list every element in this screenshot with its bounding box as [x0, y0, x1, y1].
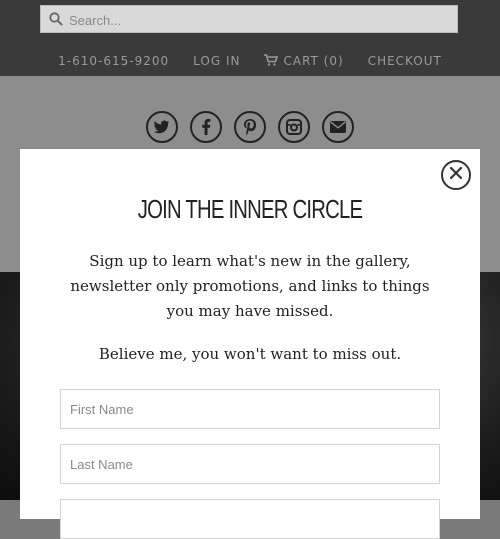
modal-description: Sign up to learn what's new in the galle… [70, 252, 430, 320]
search-box[interactable] [40, 5, 458, 33]
close-icon [449, 166, 463, 184]
close-button[interactable] [441, 160, 471, 190]
login-link[interactable]: LOG IN [193, 54, 240, 68]
newsletter-modal: JOIN THE INNER CIRCLE Sign up to learn w… [20, 149, 480, 539]
modal-title: JOIN THE INNER CIRCLE [137, 194, 363, 224]
twitter-icon[interactable] [146, 111, 178, 143]
last-name-field[interactable] [60, 444, 440, 484]
cart-label: CART (0) [283, 54, 344, 68]
phone-number[interactable]: 1-610-615-9200 [58, 54, 169, 68]
cart-icon [264, 53, 279, 69]
top-bar: 1-610-615-9200 LOG IN CART (0) CHECKOUT [0, 0, 500, 76]
first-name-field[interactable] [60, 389, 440, 429]
email-field[interactable] [60, 499, 440, 539]
search-input[interactable] [67, 8, 451, 32]
facebook-icon[interactable] [190, 111, 222, 143]
modal-tagline: Believe me, you won't want to miss out. [98, 345, 402, 363]
cart-link[interactable]: CART (0) [264, 53, 344, 69]
mail-icon[interactable] [322, 111, 354, 143]
pinterest-icon[interactable] [234, 111, 266, 143]
instagram-icon[interactable] [278, 111, 310, 143]
search-icon [49, 12, 63, 31]
top-nav: 1-610-615-9200 LOG IN CART (0) CHECKOUT [0, 52, 500, 70]
social-links [0, 111, 500, 143]
checkout-link[interactable]: CHECKOUT [368, 54, 442, 68]
